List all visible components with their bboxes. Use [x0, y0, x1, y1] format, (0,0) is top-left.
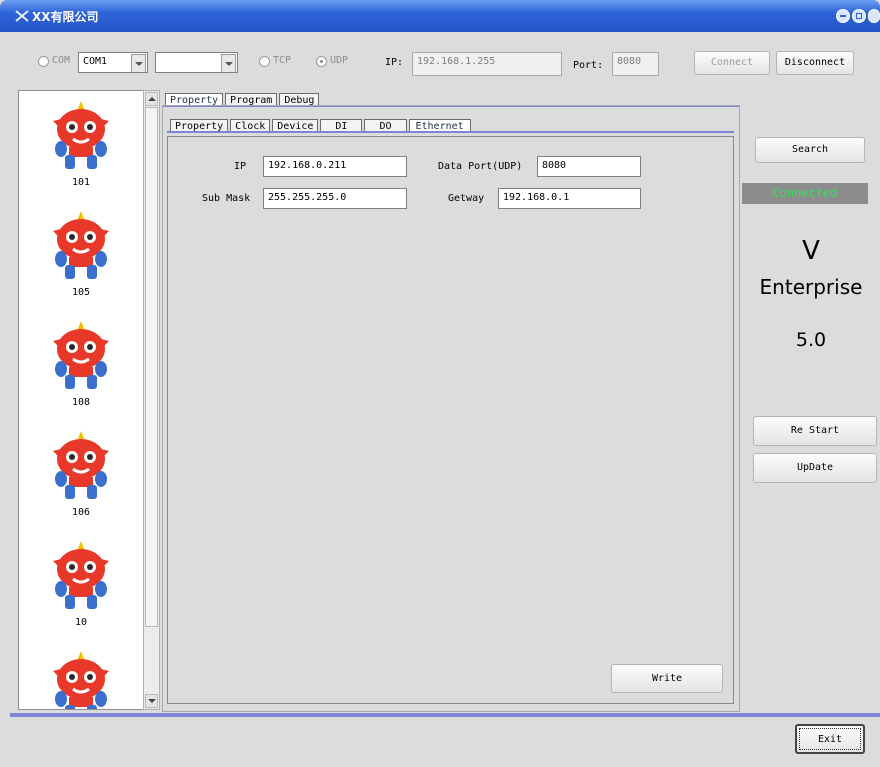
eth-dataport-label: Data Port(UDP)	[438, 161, 523, 172]
update-button[interactable]: UpDate	[753, 453, 877, 483]
version-number: 5.0	[795, 329, 827, 351]
ip-input[interactable]: 192.168.1.255	[412, 52, 562, 76]
eth-mask-input[interactable]: 255.255.255.0	[263, 188, 407, 209]
app-icon	[15, 10, 29, 22]
version-name: Enterprise	[759, 275, 863, 299]
title-bar: XX有限公司	[0, 0, 880, 32]
list-item[interactable]: 105	[19, 207, 143, 298]
version-v: V	[802, 236, 820, 266]
disconnect-button[interactable]: Disconnect	[776, 51, 854, 75]
chevron-down-icon[interactable]	[131, 54, 146, 72]
eth-ip-input[interactable]: 192.168.0.211	[263, 156, 407, 177]
device-robot-icon	[53, 321, 109, 389]
device-label: 108	[71, 397, 91, 408]
device-robot-icon	[53, 541, 109, 609]
scroll-thumb[interactable]	[145, 107, 158, 627]
eth-mask-label: Sub Mask	[202, 193, 251, 204]
list-item[interactable]: 108	[19, 317, 143, 408]
port-label: Port:	[573, 60, 604, 71]
device-label: 101	[71, 177, 91, 188]
device-robot-icon	[53, 651, 109, 709]
tcp-radio-label: TCP	[273, 55, 292, 66]
exit-button[interactable]: Exit	[795, 724, 865, 754]
list-item[interactable]: 101	[19, 97, 143, 188]
eth-dataport-input[interactable]: 8080	[537, 156, 641, 177]
search-button[interactable]: Search	[755, 137, 865, 163]
device-robot-icon	[53, 211, 109, 279]
list-item[interactable]	[19, 647, 143, 709]
write-button[interactable]: Write	[611, 664, 723, 693]
port-input[interactable]: 8080	[612, 52, 659, 76]
udp-radio-label: UDP	[330, 55, 349, 66]
close-icon[interactable]	[868, 9, 880, 23]
com-port-value: COM1	[83, 56, 108, 67]
sub-tab-divider	[167, 131, 734, 133]
list-item[interactable]: 10	[19, 537, 143, 628]
ip-label: IP:	[385, 57, 404, 68]
maximize-icon[interactable]	[852, 9, 866, 23]
device-list-scrollbar[interactable]	[143, 90, 160, 710]
eth-gateway-input[interactable]: 192.168.0.1	[498, 188, 641, 209]
device-label: 105	[71, 287, 91, 298]
device-list[interactable]: 101 105 108 106 10	[18, 90, 160, 710]
chevron-down-icon[interactable]	[221, 54, 236, 72]
ethernet-panel	[167, 136, 734, 704]
device-label: 106	[71, 507, 91, 518]
minimize-icon[interactable]	[836, 9, 850, 23]
window-title: XX有限公司	[32, 10, 99, 24]
device-robot-icon	[53, 101, 109, 169]
restart-button[interactable]: Re Start	[753, 416, 877, 446]
scroll-up-icon[interactable]	[145, 92, 158, 106]
list-item[interactable]: 106	[19, 427, 143, 518]
com-radio-label: COM	[52, 55, 71, 66]
connection-status: Connected	[742, 183, 868, 204]
eth-gateway-label: Getway	[448, 193, 485, 204]
device-robot-icon	[53, 431, 109, 499]
device-label: 10	[74, 617, 88, 628]
eth-ip-label: IP	[234, 161, 247, 172]
com-port-select[interactable]: COM1	[78, 52, 148, 73]
connect-button[interactable]: Connect	[694, 51, 770, 75]
scroll-down-icon[interactable]	[145, 694, 158, 708]
baud-select[interactable]	[155, 52, 238, 73]
footer-divider	[10, 713, 880, 717]
